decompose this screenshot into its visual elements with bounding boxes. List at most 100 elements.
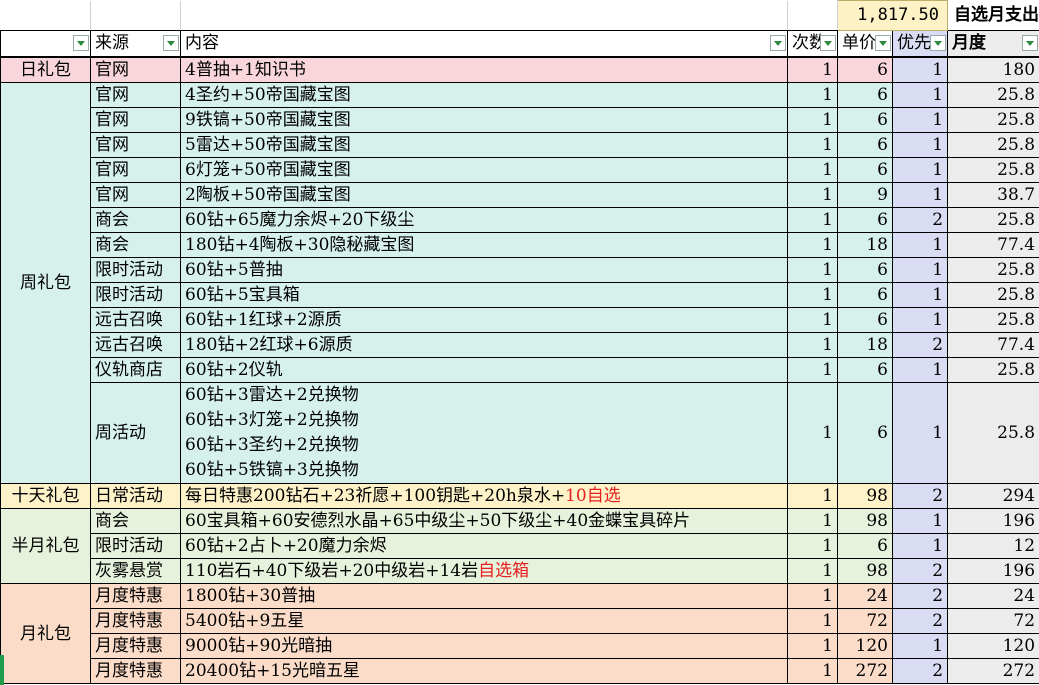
price-cell[interactable]: 6 — [837, 307, 893, 333]
header-unit-price[interactable]: 单价 — [837, 30, 893, 58]
source-cell[interactable]: 官网 — [90, 157, 181, 183]
times-cell[interactable]: 1 — [787, 483, 838, 509]
monthly-cell[interactable]: 77.4 — [947, 332, 1039, 358]
price-cell[interactable]: 6 — [837, 257, 893, 283]
header-priority[interactable]: 优先 — [891, 30, 949, 58]
priority-cell[interactable]: 1 — [891, 533, 949, 559]
empty-cell[interactable] — [90, 0, 181, 31]
filter-dropdown-icon[interactable] — [930, 35, 947, 51]
source-cell[interactable]: 灰雾悬赏 — [90, 558, 181, 584]
content-cell[interactable]: 60钻+3雷达+2兑换物 60钻+3灯笼+2兑换物 60钻+3圣约+2兑换物 6… — [180, 382, 788, 484]
monthly-cell[interactable]: 25.8 — [947, 357, 1039, 383]
monthly-cell[interactable]: 38.7 — [947, 182, 1039, 208]
source-cell[interactable]: 商会 — [90, 232, 181, 258]
content-cell[interactable]: 60钻+1红球+2源质 — [180, 307, 788, 333]
monthly-cell[interactable]: 25.8 — [947, 82, 1039, 108]
content-cell[interactable]: 1800钻+30普抽 — [180, 583, 788, 609]
source-cell[interactable]: 远古召唤 — [90, 307, 181, 333]
priority-cell[interactable]: 1 — [891, 132, 949, 158]
source-cell[interactable]: 官网 — [90, 132, 181, 158]
priority-cell[interactable]: 2 — [891, 483, 949, 509]
price-cell[interactable]: 120 — [837, 633, 893, 659]
price-cell[interactable]: 6 — [837, 357, 893, 383]
content-cell[interactable]: 5400钻+9五星 — [180, 608, 788, 634]
price-cell[interactable]: 98 — [837, 483, 893, 509]
priority-cell[interactable]: 1 — [891, 82, 949, 108]
priority-cell[interactable]: 1 — [891, 633, 949, 659]
price-cell[interactable]: 6 — [837, 82, 893, 108]
filter-dropdown-icon[interactable] — [73, 35, 89, 51]
monthly-cell[interactable]: 12 — [947, 533, 1039, 559]
times-cell[interactable]: 1 — [787, 332, 838, 358]
priority-cell[interactable]: 2 — [891, 332, 949, 358]
monthly-cell[interactable]: 25.8 — [947, 157, 1039, 183]
times-cell[interactable]: 1 — [787, 533, 838, 559]
category-cell[interactable]: 月礼包 — [0, 583, 91, 684]
source-cell[interactable]: 限时活动 — [90, 282, 181, 308]
source-cell[interactable]: 限时活动 — [90, 533, 181, 559]
source-cell[interactable]: 官网 — [90, 82, 181, 108]
price-cell[interactable]: 18 — [837, 332, 893, 358]
times-cell[interactable]: 1 — [787, 182, 838, 208]
source-cell[interactable]: 商会 — [90, 207, 181, 233]
times-cell[interactable]: 1 — [787, 633, 838, 659]
monthly-cell[interactable]: 25.8 — [947, 307, 1039, 333]
times-cell[interactable]: 1 — [787, 583, 838, 609]
monthly-cell[interactable]: 25.8 — [947, 382, 1039, 484]
content-cell[interactable]: 110岩石+40下级岩+20中级岩+14岩自选箱 — [180, 558, 788, 584]
filter-dropdown-icon[interactable] — [875, 35, 891, 51]
price-cell[interactable]: 272 — [837, 658, 893, 684]
content-cell[interactable]: 9000钻+90光暗抽 — [180, 633, 788, 659]
source-cell[interactable]: 仪轨商店 — [90, 357, 181, 383]
source-cell[interactable]: 月度特惠 — [90, 608, 181, 634]
priority-cell[interactable]: 2 — [891, 207, 949, 233]
empty-cell[interactable] — [0, 0, 91, 31]
priority-cell[interactable]: 2 — [891, 583, 949, 609]
content-cell[interactable]: 60钻+2占卜+20魔力余烬 — [180, 533, 788, 559]
content-cell[interactable]: 2陶板+50帝国藏宝图 — [180, 182, 788, 208]
times-cell[interactable]: 1 — [787, 132, 838, 158]
filter-dropdown-icon[interactable] — [770, 35, 786, 51]
source-cell[interactable]: 月度特惠 — [90, 633, 181, 659]
source-cell[interactable]: 官网 — [90, 182, 181, 208]
times-cell[interactable]: 1 — [787, 257, 838, 283]
empty-cell[interactable] — [787, 0, 838, 31]
price-cell[interactable]: 98 — [837, 508, 893, 534]
priority-cell[interactable]: 1 — [891, 107, 949, 133]
content-cell[interactable]: 60宝具箱+60安德烈水晶+65中级尘+50下级尘+40金蝶宝具碎片 — [180, 508, 788, 534]
content-cell[interactable]: 5雷达+50帝国藏宝图 — [180, 132, 788, 158]
filter-dropdown-icon[interactable] — [1022, 35, 1039, 51]
price-cell[interactable]: 72 — [837, 608, 893, 634]
category-cell[interactable]: 十天礼包 — [0, 483, 91, 509]
content-cell[interactable]: 60钻+5宝具箱 — [180, 282, 788, 308]
content-cell[interactable]: 60钻+2仪轨 — [180, 357, 788, 383]
monthly-cell[interactable]: 24 — [947, 583, 1039, 609]
price-cell[interactable]: 6 — [837, 533, 893, 559]
monthly-cell[interactable]: 196 — [947, 558, 1039, 584]
priority-cell[interactable]: 2 — [891, 658, 949, 684]
source-cell[interactable]: 月度特惠 — [90, 658, 181, 684]
content-cell[interactable]: 每日特惠200钻石+23祈愿+100钥匙+20h泉水+10自选 — [180, 483, 788, 509]
priority-cell[interactable]: 1 — [891, 357, 949, 383]
category-cell[interactable]: 周礼包 — [0, 82, 91, 484]
filter-dropdown-icon[interactable] — [163, 35, 179, 51]
source-cell[interactable]: 周活动 — [90, 382, 181, 484]
price-cell[interactable]: 6 — [837, 132, 893, 158]
source-cell[interactable]: 月度特惠 — [90, 583, 181, 609]
content-cell[interactable]: 60钻+5普抽 — [180, 257, 788, 283]
price-cell[interactable]: 6 — [837, 382, 893, 484]
times-cell[interactable]: 1 — [787, 558, 838, 584]
monthly-cell[interactable]: 25.8 — [947, 207, 1039, 233]
price-cell[interactable]: 6 — [837, 207, 893, 233]
monthly-cell[interactable]: 25.8 — [947, 282, 1039, 308]
priority-cell[interactable]: 1 — [891, 157, 949, 183]
priority-cell[interactable]: 1 — [891, 56, 949, 83]
header-times[interactable]: 次数 — [787, 30, 838, 58]
source-cell[interactable]: 商会 — [90, 508, 181, 534]
times-cell[interactable]: 1 — [787, 282, 838, 308]
monthly-cell[interactable]: 72 — [947, 608, 1039, 634]
price-cell[interactable]: 9 — [837, 182, 893, 208]
times-cell[interactable]: 1 — [787, 382, 838, 484]
content-cell[interactable]: 4普抽+1知识书 — [180, 56, 788, 83]
source-cell[interactable]: 官网 — [90, 107, 181, 133]
